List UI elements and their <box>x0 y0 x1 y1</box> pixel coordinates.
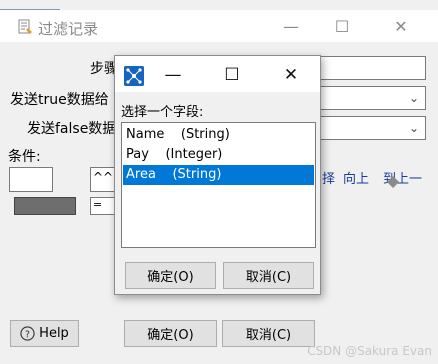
chevron-down-icon: ⌄ <box>408 91 420 105</box>
send-true-combo[interactable]: ⌄ <box>318 86 426 110</box>
cancel-button[interactable]: 取消(C) <box>222 320 315 347</box>
select-field-prompt: 选择一个字段: <box>121 105 204 120</box>
help-button-label: Help <box>39 326 69 341</box>
watermark: CSDN @Sakura Evan <box>307 344 432 358</box>
chevron-down-icon: ⌄ <box>408 121 420 135</box>
modal-minimize-button[interactable]: — <box>157 62 189 88</box>
select-link[interactable]: 择 <box>322 168 335 187</box>
send-false-label: 发送false数据 <box>27 121 117 137</box>
svg-text:?: ? <box>25 329 30 340</box>
modal-ok-button[interactable]: 确定(O) <box>125 262 216 289</box>
field-item-name[interactable]: Name (String) <box>123 125 314 145</box>
field-type: (String) <box>180 127 230 142</box>
modal-cancel-button[interactable]: 取消(C) <box>223 262 314 289</box>
underlying-window-edge <box>0 0 60 10</box>
move-cursor-icon <box>387 176 399 188</box>
condition-field-box[interactable] <box>9 167 53 192</box>
modal-maximize-button[interactable]: ☐ <box>216 62 248 88</box>
close-button[interactable]: ✕ <box>385 14 417 40</box>
field-name: Name <box>126 127 165 142</box>
ok-button[interactable]: 确定(O) <box>124 320 217 347</box>
help-button[interactable]: ? Help <box>10 320 79 347</box>
document-icon <box>18 19 32 34</box>
field-name: Area <box>126 167 156 182</box>
send-false-combo[interactable]: ⌄ <box>318 116 426 140</box>
select-field-dialog: — ☐ ✕ 选择一个字段: Name (String) Pay (Integer… <box>114 55 321 295</box>
send-true-label: 发送true数据给 <box>10 92 109 108</box>
condition-value-box[interactable] <box>14 197 76 215</box>
field-listbox[interactable]: Name (String) Pay (Integer) Area (String… <box>121 122 316 248</box>
window-title: 过滤记录 <box>38 20 99 38</box>
maximize-button[interactable]: ☐ <box>326 14 358 40</box>
field-type: (Integer) <box>165 147 223 162</box>
field-item-area[interactable]: Area (String) <box>123 165 314 185</box>
condition-label: 条件: <box>8 149 41 165</box>
modal-close-button[interactable]: ✕ <box>275 62 307 88</box>
operator-box[interactable]: ^^ <box>90 167 116 192</box>
field-name: Pay <box>126 147 149 162</box>
move-up-link[interactable]: 向上 <box>343 168 369 187</box>
equals-box[interactable]: = <box>90 197 116 215</box>
help-icon: ? <box>20 326 35 341</box>
app-network-icon <box>124 66 144 86</box>
step-name-input[interactable] <box>318 56 426 80</box>
field-item-pay[interactable]: Pay (Integer) <box>123 145 314 165</box>
minimize-button[interactable]: — <box>275 14 307 40</box>
field-type: (String) <box>172 167 222 182</box>
